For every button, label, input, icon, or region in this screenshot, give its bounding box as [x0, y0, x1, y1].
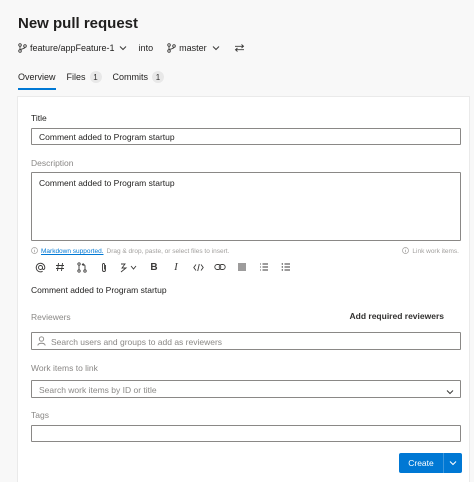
markdown-hint-text: Drag & drop, paste, or select files to i… [106, 248, 230, 255]
branch-icon [18, 43, 27, 53]
mention-icon[interactable] [31, 259, 49, 275]
swap-branches-icon[interactable] [234, 44, 245, 52]
chevron-down-icon[interactable] [212, 45, 220, 51]
hashtag-icon[interactable] [49, 259, 71, 275]
files-count-badge: 1 [89, 71, 102, 83]
pull-request-icon[interactable] [71, 259, 93, 275]
title-label: Title [31, 113, 47, 123]
work-items-label: Work items to link [31, 363, 98, 373]
into-label: into [138, 43, 154, 53]
info-icon [31, 247, 38, 256]
markdown-hint: Markdown supported. Drag & drop, paste, … [31, 247, 229, 256]
branch-icon [167, 43, 176, 53]
link-work-items-label: Link work items. [412, 248, 459, 255]
tab-commits-label: Commits [112, 72, 149, 82]
reviewers-search-input[interactable]: Search users and groups to add as review… [31, 332, 461, 350]
reviewers-placeholder: Search users and groups to add as review… [51, 337, 223, 347]
link-icon[interactable] [209, 259, 231, 275]
work-items-dropdown[interactable]: Search work items by ID or title [31, 380, 461, 398]
work-items-placeholder: Search work items by ID or title [39, 385, 157, 395]
tab-commits[interactable]: Commits 1 [113, 67, 165, 87]
bulleted-list-icon[interactable] [275, 259, 297, 275]
commits-count-badge: 1 [152, 71, 165, 83]
highlight-icon[interactable] [115, 259, 143, 275]
pull-request-form: Title Comment added to Program startup D… [17, 96, 470, 482]
tab-overview-label: Overview [18, 72, 56, 82]
title-input[interactable]: Comment added to Program startup [31, 128, 461, 145]
tab-overview[interactable]: Overview [18, 67, 56, 90]
create-button-label: Create [408, 458, 434, 468]
page: New pull request feature/appFeature-1 in… [0, 0, 474, 482]
description-value: Comment added to Program startup [39, 178, 175, 188]
chevron-down-icon[interactable] [444, 460, 462, 466]
description-label: Description [31, 158, 74, 168]
page-title: New pull request [18, 15, 139, 32]
add-required-reviewers-button[interactable]: Add required reviewers [350, 311, 444, 321]
title-input-value: Comment added to Program startup [39, 132, 175, 142]
code-icon[interactable] [187, 259, 209, 275]
tags-input[interactable] [31, 425, 461, 442]
tab-bar: Overview Files 1 Commits 1 [18, 67, 175, 90]
header: New pull request feature/appFeature-1 in… [0, 0, 474, 96]
chevron-down-icon [446, 387, 454, 397]
description-textarea[interactable]: Comment added to Program startup [31, 172, 461, 241]
info-icon [402, 247, 410, 256]
attach-icon[interactable] [93, 259, 115, 275]
link-work-items[interactable]: Link work items. [402, 247, 459, 256]
italic-icon[interactable]: I [165, 259, 187, 275]
bold-icon[interactable]: B [143, 259, 165, 275]
create-button[interactable]: Create [399, 453, 462, 473]
reviewers-label: Reviewers [31, 312, 71, 322]
tags-label: Tags [31, 410, 49, 420]
branch-selector-row: feature/appFeature-1 into master [18, 41, 245, 55]
source-branch-dropdown[interactable]: feature/appFeature-1 [30, 43, 115, 53]
markdown-supported-link[interactable]: Markdown supported. [41, 248, 104, 255]
tab-files-label: Files [66, 72, 86, 82]
target-branch-dropdown[interactable]: master [179, 43, 207, 53]
tab-files[interactable]: Files 1 [67, 67, 102, 87]
numbered-list-icon[interactable] [253, 259, 275, 275]
person-icon [37, 336, 46, 348]
formatting-toolbar: B I [31, 259, 297, 275]
description-preview: Comment added to Program startup [31, 285, 167, 295]
chevron-down-icon[interactable] [119, 45, 127, 51]
quote-icon[interactable] [231, 259, 253, 275]
